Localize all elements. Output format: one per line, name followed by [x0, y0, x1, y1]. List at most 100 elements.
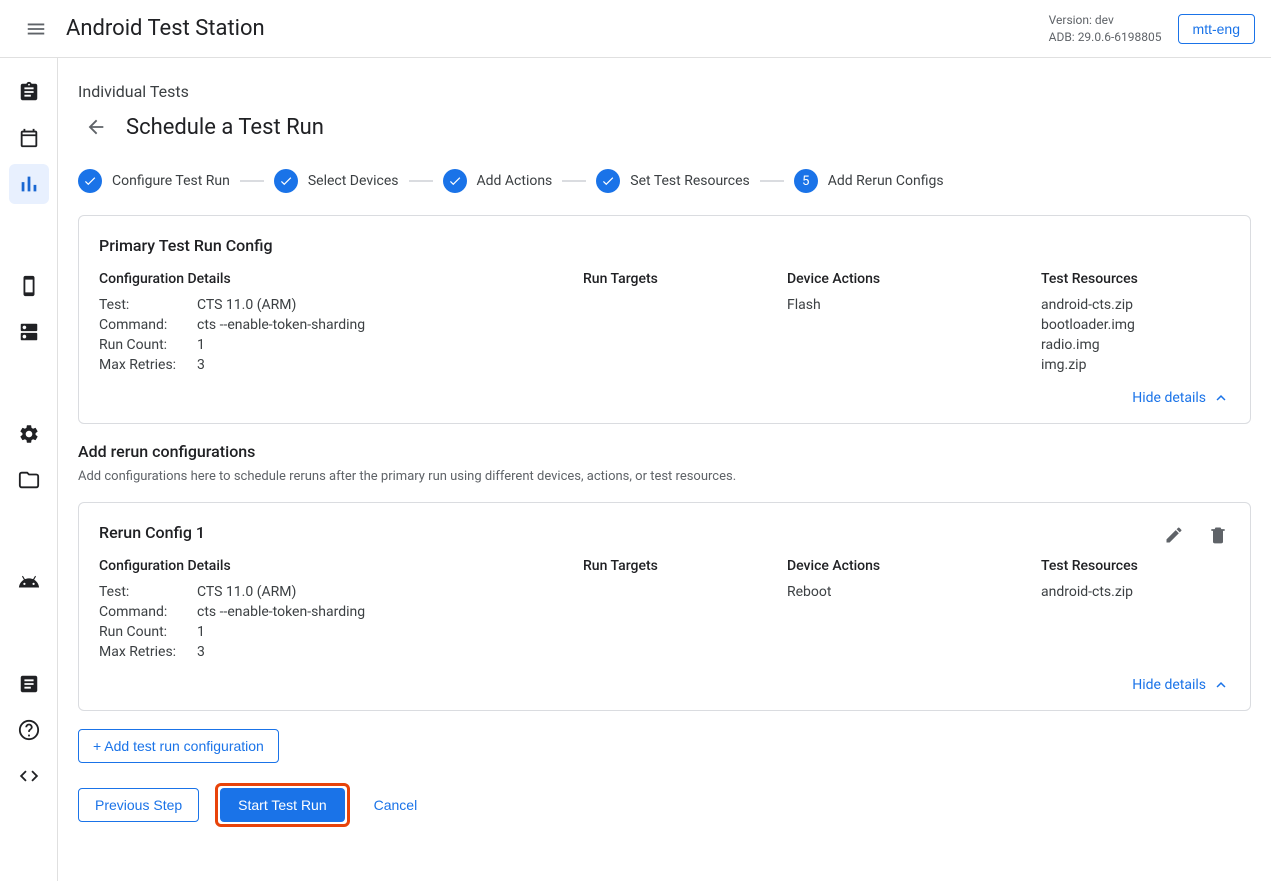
hide-details-label: Hide details: [1132, 390, 1206, 406]
col-run-head: Run Targets: [583, 271, 763, 287]
test-resource: bootloader.img: [1041, 317, 1230, 333]
sidebar-item-phone[interactable]: [9, 266, 49, 306]
rerun-section-desc: Add configurations here to schedule reru…: [78, 469, 1251, 484]
step-resources[interactable]: Set Test Resources: [596, 169, 749, 193]
sidebar: [0, 58, 58, 881]
v-test: CTS 11.0 (ARM): [197, 297, 296, 313]
k-test: Test:: [99, 584, 197, 600]
v-command: cts --enable-token-sharding: [197, 317, 365, 333]
card-title: Primary Test Run Config: [99, 236, 1230, 255]
step-label: Add Actions: [477, 173, 553, 189]
lab-button[interactable]: mtt-eng: [1178, 14, 1255, 44]
hide-details-label: Hide details: [1132, 677, 1206, 693]
col-res-head: Test Resources: [1041, 558, 1230, 574]
cancel-button[interactable]: Cancel: [366, 789, 426, 821]
page-title: Schedule a Test Run: [126, 115, 324, 140]
v-test: CTS 11.0 (ARM): [197, 584, 296, 600]
sidebar-item-android[interactable]: [9, 562, 49, 602]
trash-icon: [1208, 525, 1228, 545]
step-configure[interactable]: Configure Test Run: [78, 169, 230, 193]
step-rerun[interactable]: 5 Add Rerun Configs: [794, 169, 944, 193]
primary-config-card: Primary Test Run Config Configuration De…: [78, 215, 1251, 424]
stepper: Configure Test Run Select Devices Add Ac…: [78, 169, 1251, 193]
start-test-run-button[interactable]: Start Test Run: [220, 788, 344, 822]
sidebar-item-help[interactable]: [9, 710, 49, 750]
sidebar-item-notes[interactable]: [9, 664, 49, 704]
content: Individual Tests Schedule a Test Run Con…: [58, 58, 1271, 881]
step-sep: [562, 180, 586, 182]
previous-step-button[interactable]: Previous Step: [78, 788, 199, 822]
hide-details-toggle[interactable]: Hide details: [99, 389, 1230, 407]
step-sep: [409, 180, 433, 182]
phone-icon: [18, 275, 40, 297]
col-act-head: Device Actions: [787, 558, 1017, 574]
check-icon: [83, 174, 97, 188]
version-line: Version: dev: [1049, 12, 1162, 29]
sidebar-item-analytics[interactable]: [9, 164, 49, 204]
v-max-retries: 3: [197, 357, 205, 373]
sidebar-item-code[interactable]: [9, 756, 49, 796]
rerun-config-card: Rerun Config 1 Configuration Details Tes…: [78, 502, 1251, 711]
version-info: Version: dev ADB: 29.0.6-6198805: [1049, 12, 1162, 46]
gear-icon: [18, 423, 40, 445]
back-button[interactable]: [78, 109, 114, 145]
add-config-button[interactable]: + Add test run configuration: [78, 729, 279, 763]
chevron-up-icon: [1212, 676, 1230, 694]
test-resource: android-cts.zip: [1041, 584, 1230, 600]
rerun-section-title: Add rerun configurations: [78, 442, 1251, 461]
v-command: cts --enable-token-sharding: [197, 604, 365, 620]
col-act-head: Device Actions: [787, 271, 1017, 287]
sidebar-item-settings[interactable]: [9, 414, 49, 454]
step-number: 5: [794, 169, 818, 193]
menu-button[interactable]: [16, 9, 56, 49]
k-command: Command:: [99, 604, 197, 620]
v-max-retries: 3: [197, 644, 205, 660]
col-run-head: Run Targets: [583, 558, 763, 574]
step-label: Add Rerun Configs: [828, 173, 944, 189]
calendar-icon: [18, 127, 40, 149]
step-label: Select Devices: [308, 173, 399, 189]
hide-details-toggle[interactable]: Hide details: [99, 676, 1230, 694]
check-icon: [279, 174, 293, 188]
edit-button[interactable]: [1156, 517, 1192, 553]
delete-button[interactable]: [1200, 517, 1236, 553]
k-run-count: Run Count:: [99, 624, 197, 640]
check-icon: [448, 174, 462, 188]
device-action: Reboot: [787, 584, 1017, 600]
notes-icon: [18, 673, 40, 695]
k-max-retries: Max Retries:: [99, 357, 197, 373]
pencil-icon: [1164, 525, 1184, 545]
check-icon: [601, 174, 615, 188]
col-config-head: Configuration Details: [99, 271, 559, 287]
k-command: Command:: [99, 317, 197, 333]
code-icon: [18, 765, 40, 787]
bar-chart-icon: [18, 173, 40, 195]
k-test: Test:: [99, 297, 197, 313]
v-run-count: 1: [197, 624, 205, 640]
test-resource: img.zip: [1041, 357, 1230, 373]
folder-icon: [18, 469, 40, 491]
k-max-retries: Max Retries:: [99, 644, 197, 660]
test-resource: android-cts.zip: [1041, 297, 1230, 313]
col-config-head: Configuration Details: [99, 558, 559, 574]
device-action: Flash: [787, 297, 1017, 313]
step-actions[interactable]: Add Actions: [443, 169, 553, 193]
footer-buttons: Previous Step Start Test Run Cancel: [78, 783, 1251, 827]
k-run-count: Run Count:: [99, 337, 197, 353]
help-icon: [18, 719, 40, 741]
col-res-head: Test Resources: [1041, 271, 1230, 287]
menu-icon: [25, 18, 47, 40]
sidebar-item-assignment[interactable]: [9, 72, 49, 112]
start-button-highlight: Start Test Run: [215, 783, 349, 827]
step-label: Set Test Resources: [630, 173, 749, 189]
step-devices[interactable]: Select Devices: [274, 169, 399, 193]
v-run-count: 1: [197, 337, 205, 353]
sidebar-item-calendar[interactable]: [9, 118, 49, 158]
breadcrumb: Individual Tests: [78, 82, 1251, 101]
dns-icon: [18, 321, 40, 343]
topbar: Android Test Station Version: dev ADB: 2…: [0, 0, 1271, 58]
sidebar-item-dns[interactable]: [9, 312, 49, 352]
sidebar-item-folder[interactable]: [9, 460, 49, 500]
test-resource: radio.img: [1041, 337, 1230, 353]
adb-line: ADB: 29.0.6-6198805: [1049, 29, 1162, 46]
